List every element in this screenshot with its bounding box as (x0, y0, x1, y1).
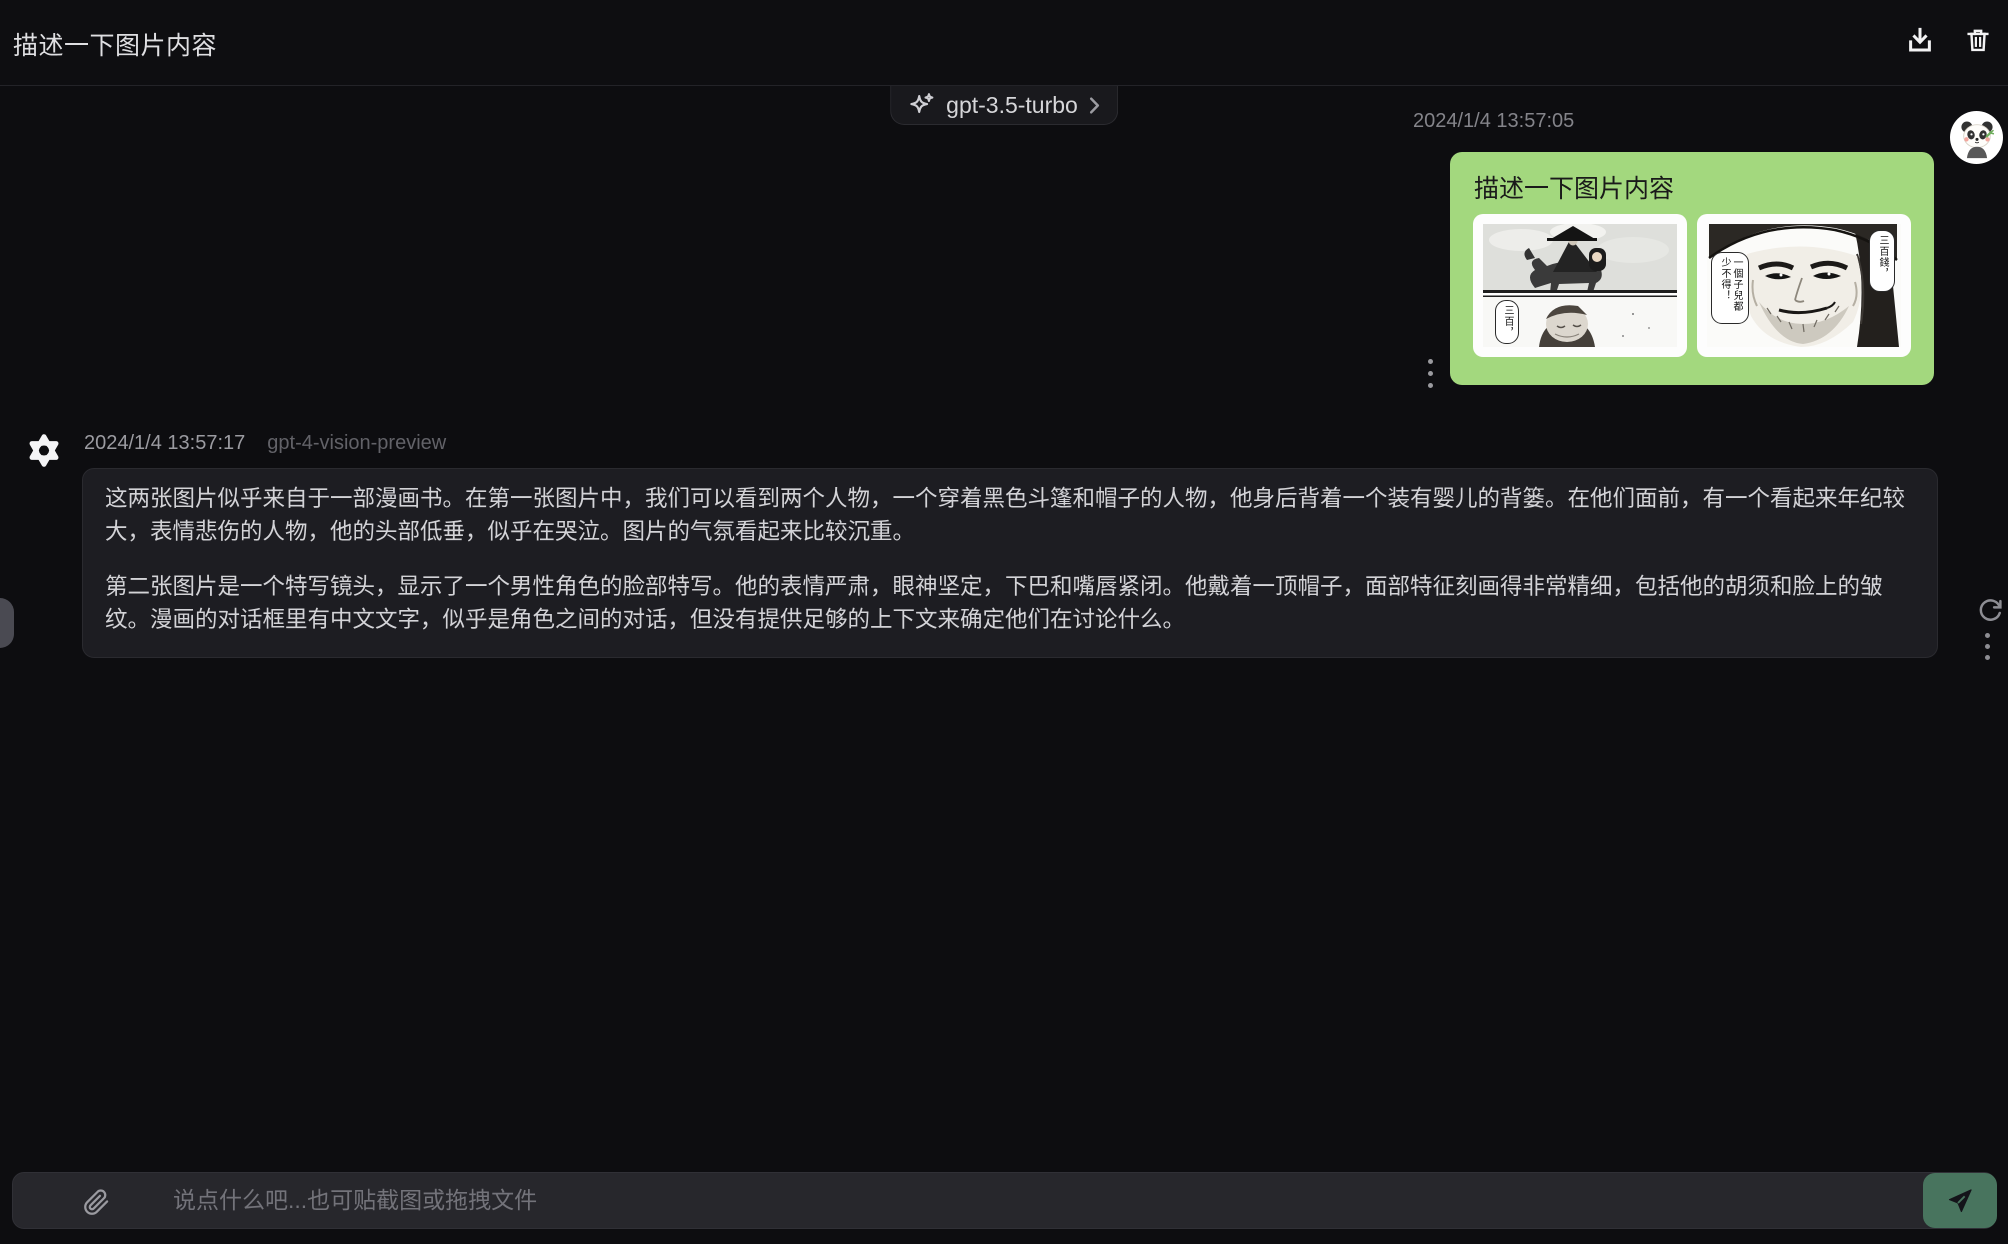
user-message-text: 描述一下图片内容 (1474, 169, 1674, 205)
chat-title: 描述一下图片内容 (13, 26, 217, 62)
sparkles-icon (908, 92, 935, 119)
sidebar-drag-handle[interactable] (0, 598, 14, 648)
comic-panel-2: 三百錢， 一個子兒都少不得！ (1707, 224, 1901, 347)
assistant-avatar (21, 427, 67, 474)
comic-panel-1: 三百， (1483, 224, 1677, 347)
comic-panel-2-speech-text-right: 三百錢， (1876, 235, 1888, 279)
chat-header: 描述一下图片内容 (0, 0, 2008, 86)
chevron-right-icon (1089, 97, 1100, 114)
comic-panel-2-speech-bubble-left: 一個子兒都少不得！ (1711, 252, 1749, 324)
paperclip-icon (83, 1189, 110, 1216)
attachment-row: 三百， (1473, 214, 1911, 357)
assistant-message-bubble: 这两张图片似乎来自于一部漫画书。在第一张图片中，我们可以看到两个人物，一个穿着黑… (82, 468, 1938, 658)
send-plane-icon (1946, 1187, 1974, 1215)
comic-panel-2-speech-text-left: 一個子兒都少不得！ (1718, 257, 1742, 319)
user-message-bubble: 描述一下图片内容 (1450, 152, 1934, 385)
panda-emoji-icon (1955, 116, 1999, 160)
user-message-timestamp: 2024/1/4 13:57:05 (1413, 110, 1574, 133)
comic-panel-1-speech-text: 三百， (1501, 305, 1513, 338)
attachment-image-2[interactable]: 三百錢， 一個子兒都少不得！ (1697, 214, 1911, 357)
user-message-menu-button[interactable] (1426, 357, 1435, 390)
model-selector[interactable]: gpt-3.5-turbo (890, 86, 1118, 125)
assistant-paragraph-1: 这两张图片似乎来自于一部漫画书。在第一张图片中，我们可以看到两个人物，一个穿着黑… (105, 482, 1915, 548)
comic-panel-1-speech-bubble: 三百， (1495, 300, 1519, 344)
openai-logo-icon (21, 427, 67, 474)
user-avatar (1950, 111, 2003, 164)
assistant-message-meta: 2024/1/4 13:57:17 gpt-4-vision-preview (84, 432, 446, 455)
header-actions (1904, 24, 1994, 56)
attachment-image-1[interactable]: 三百， (1473, 214, 1687, 357)
composer-bar (12, 1172, 1996, 1229)
send-button[interactable] (1923, 1173, 1997, 1228)
assistant-model-name: gpt-4-vision-preview (267, 432, 446, 455)
assistant-message-timestamp: 2024/1/4 13:57:17 (84, 432, 245, 455)
delete-button[interactable] (1962, 24, 1994, 56)
export-button[interactable] (1904, 24, 1936, 56)
message-input[interactable] (173, 1173, 1853, 1228)
model-selector-label: gpt-3.5-turbo (946, 92, 1078, 119)
chat-window: 描述一下图片内容 gpt-3.5-turbo (0, 0, 2008, 1244)
attach-file-button[interactable] (81, 1187, 111, 1217)
comic-panel-2-speech-bubble-right: 三百錢， (1869, 230, 1895, 292)
regenerate-button[interactable] (1977, 597, 2004, 624)
assistant-message-menu-button[interactable] (1983, 631, 1992, 662)
assistant-paragraph-2: 第二张图片是一个特写镜头，显示了一个男性角色的脸部特写。他的表情严肃，眼神坚定，… (105, 570, 1915, 636)
refresh-icon (1977, 597, 2004, 624)
trash-icon (1964, 26, 1992, 54)
download-icon (1905, 25, 1935, 55)
